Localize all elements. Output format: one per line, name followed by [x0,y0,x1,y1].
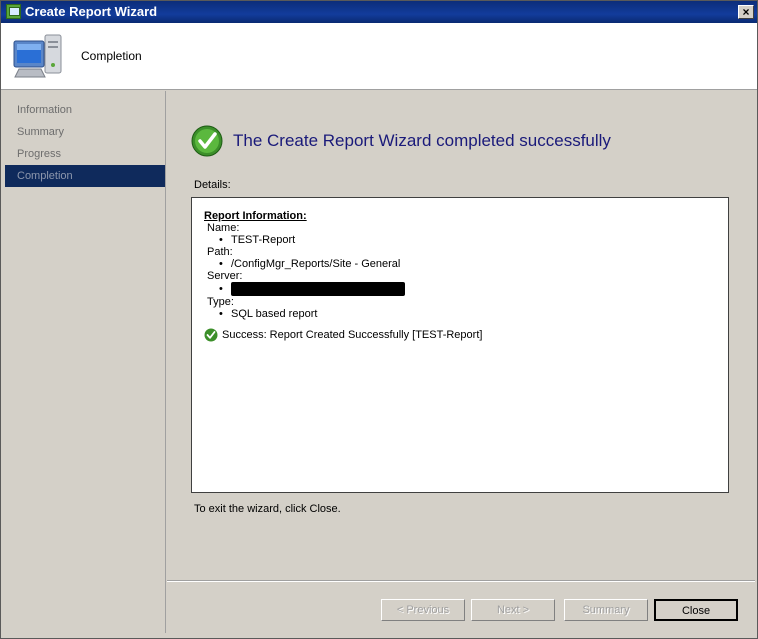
server-value-row: • [204,282,482,296]
nav-item-completion[interactable]: Completion [5,165,165,187]
footer-divider [167,580,755,582]
next-button[interactable]: Next > [471,599,555,621]
details-box: Report Information: Name: • TEST-Report P… [191,197,729,493]
name-label: Name: [207,222,240,234]
page-title: Completion [81,49,142,63]
path-value-row: •/ConfigMgr_Reports/Site - General [219,258,401,270]
app-icon [6,4,21,19]
window-title: Create Report Wizard [25,4,158,19]
title-bar: Create Report Wizard × [1,1,757,23]
type-value: SQL based report [231,308,318,320]
close-button[interactable]: Close [654,599,738,621]
wizard-header: Completion [1,23,757,90]
details-label: Details: [194,179,231,191]
success-check-icon [191,125,223,157]
report-information-heading: Report Information: [204,210,307,222]
nav-item-summary[interactable]: Summary [5,121,165,143]
exit-instructions: To exit the wizard, click Close. [194,503,341,515]
name-value-row: • TEST-Report [219,234,296,246]
success-message: Success: Report Created Successfully [TE… [222,329,483,341]
nav-item-information[interactable]: Information [5,99,165,121]
nav-item-progress[interactable]: Progress [5,143,165,165]
server-label: Server: [207,270,243,282]
close-window-button[interactable]: × [738,5,754,19]
summary-button[interactable]: Summary [564,599,648,621]
computer-icon [13,34,62,78]
wizard-window: Create Report Wizard × Completion Inform… [0,0,758,639]
previous-button[interactable]: < Previous [381,599,465,621]
success-small-check-icon [204,328,218,342]
completion-headline: The Create Report Wizard completed succe… [233,131,611,150]
server-value-redacted [231,282,405,296]
type-value-row: • SQL based report [219,308,318,320]
type-label: Type: [207,296,234,308]
success-row: Success: Report Created Successfully [TE… [204,328,482,342]
wizard-content: The Create Report Wizard completed succe… [167,91,755,633]
path-value: /ConfigMgr_Reports/Site - General [231,258,401,270]
wizard-nav: Information Summary Progress Completion [5,91,166,633]
path-label: Path: [207,246,233,258]
name-value: TEST-Report [231,234,296,246]
